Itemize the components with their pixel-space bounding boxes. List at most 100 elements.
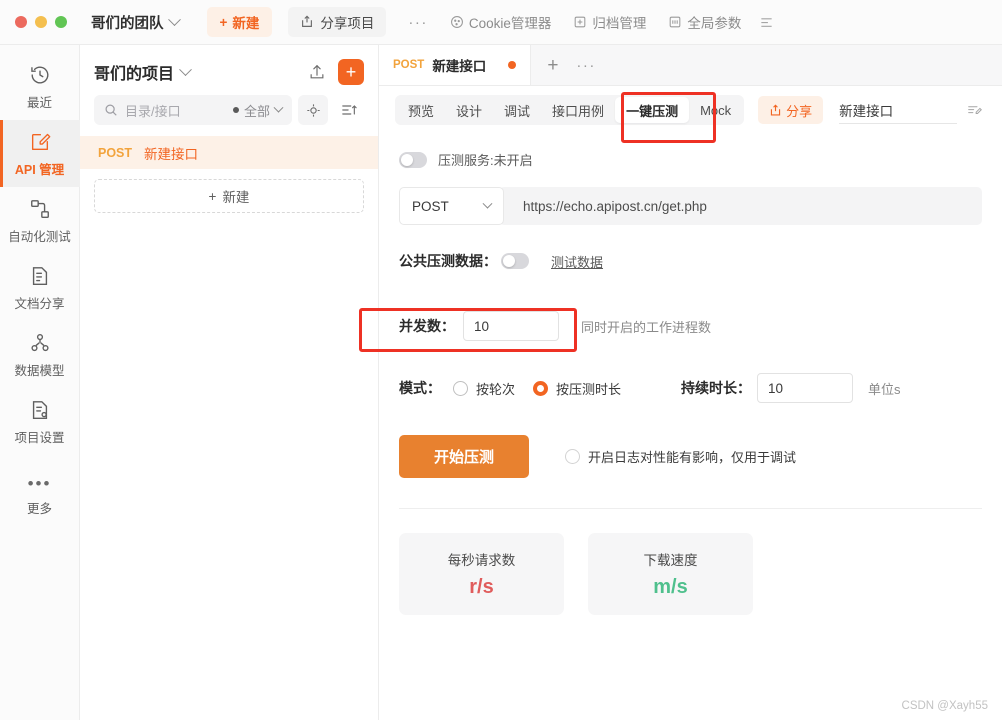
tab-design[interactable]: 设计 xyxy=(445,97,493,123)
sidebar-item-api-management[interactable]: API 管理 xyxy=(0,120,80,187)
stress-service-label: 压测服务:未开启 xyxy=(438,153,533,168)
window-traffic-lights[interactable] xyxy=(15,16,67,28)
share-button[interactable]: 分享 xyxy=(758,96,824,124)
tab-more-icon[interactable]: ··· xyxy=(568,57,604,74)
api-method-badge: POST xyxy=(98,145,133,160)
new-button[interactable]: + 新建 xyxy=(206,7,273,37)
tab-debug[interactable]: 调试 xyxy=(493,97,541,123)
sidebar-item-label: 文档分享 xyxy=(14,297,65,311)
start-row: 开始压测 开启日志对性能有影响，仅用于调试 xyxy=(399,435,982,478)
start-stress-test-button[interactable]: 开始压测 xyxy=(399,435,529,478)
filter-dot-icon xyxy=(232,107,239,113)
concurrency-input[interactable]: 10 xyxy=(463,311,559,341)
title-bar: 哥们的团队 + 新建 分享项目 ··· Cookie管理器 归档管理 全局参数 xyxy=(0,0,1002,45)
test-data-link[interactable]: 测试数据 xyxy=(551,252,603,271)
plus-icon: + xyxy=(219,14,228,30)
sidebar-item-automation-test[interactable]: 自动化测试 xyxy=(0,187,80,254)
share-box-icon xyxy=(769,103,782,117)
public-stress-data-toggle[interactable] xyxy=(501,253,529,269)
tab-api-cases[interactable]: 接口用例 xyxy=(541,97,615,123)
global-params-button[interactable]: 全局参数 xyxy=(668,12,741,32)
global-params-icon xyxy=(668,15,682,29)
tab-preview[interactable]: 预览 xyxy=(397,97,445,123)
api-sub-tab-bar: 预览 设计 调试 接口用例 一键压测 Mock 分享 新建接口 xyxy=(379,86,1002,134)
api-name-input[interactable]: 新建接口 xyxy=(839,96,958,124)
card-value: m/s xyxy=(653,576,688,598)
project-title: 哥们的项目 xyxy=(94,66,175,83)
layout-toggle-button[interactable] xyxy=(759,15,773,29)
sidebar-item-recent[interactable]: 最近 xyxy=(0,53,80,120)
share-box-icon xyxy=(300,15,314,29)
plus-icon: + xyxy=(345,62,357,82)
card-requests-per-second: 每秒请求数 r/s xyxy=(399,533,564,615)
maximize-window-icon[interactable] xyxy=(55,16,67,28)
close-window-icon[interactable] xyxy=(15,16,27,28)
tab-stress-test[interactable]: 一键压测 xyxy=(615,97,690,123)
concurrency-hint: 同时开启的工作进程数 xyxy=(581,319,712,335)
chevron-down-icon xyxy=(167,12,181,26)
duration-input[interactable]: 10 xyxy=(757,373,854,403)
locate-button[interactable] xyxy=(298,95,328,125)
tab-mock[interactable]: Mock xyxy=(689,97,742,123)
add-tab-icon[interactable]: + xyxy=(537,56,568,75)
automation-icon xyxy=(29,198,51,220)
minimize-window-icon[interactable] xyxy=(35,16,47,28)
team-selector[interactable]: 哥们的团队 xyxy=(91,12,181,33)
concurrency-label: 并发数： xyxy=(399,318,455,334)
main-content: POST 新建接口 + ··· 预览 设计 调试 接口用例 一键压测 Mock xyxy=(379,45,1002,720)
cookie-manager-button[interactable]: Cookie管理器 xyxy=(450,12,551,32)
left-nav-rail: 最近 API 管理 自动化测试 文档分享 数据模型 项目设置 ••• 更多 xyxy=(0,45,80,720)
mode-option-duration[interactable]: 按压测时长 xyxy=(533,379,621,398)
start-button-label: 开始压测 xyxy=(433,449,494,466)
mode-row: 模式： 按轮次 按压测时长 持续时长： 10 单位s xyxy=(399,373,982,403)
sidebar-item-label: API 管理 xyxy=(14,163,65,177)
new-button-label: 新建 xyxy=(232,16,260,31)
edit-description-icon[interactable] xyxy=(967,103,983,118)
http-method-select[interactable]: POST xyxy=(399,187,504,225)
tab-title: 新建接口 xyxy=(432,59,487,74)
card-download-speed: 下载速度 m/s xyxy=(588,533,753,615)
stress-service-row: 压测服务:未开启 xyxy=(399,150,982,169)
stress-service-toggle[interactable] xyxy=(399,151,427,168)
sidebar-item-data-model[interactable]: 数据模型 xyxy=(0,321,80,388)
public-stress-data-label: 公共压测数据： xyxy=(399,253,497,269)
duration-label: 持续时长： xyxy=(681,380,752,396)
search-input[interactable]: 目录/接口 全部 xyxy=(94,95,292,125)
add-api-button[interactable]: + xyxy=(338,59,364,85)
sidebar-item-project-settings[interactable]: 项目设置 xyxy=(0,388,80,455)
archive-manager-button[interactable]: 归档管理 xyxy=(573,12,646,32)
request-url-value: https://echo.apipost.cn/get.php xyxy=(523,198,707,214)
enable-log-label: 开启日志对性能有影响，仅用于调试 xyxy=(588,450,797,465)
mode-label: 模式： xyxy=(399,380,441,396)
archive-manager-label: 归档管理 xyxy=(592,16,647,31)
mode-option-rounds[interactable]: 按轮次 xyxy=(453,379,515,398)
search-placeholder: 目录/接口 xyxy=(125,103,181,119)
http-method-value: POST xyxy=(412,198,449,214)
create-new-button[interactable]: + 新建 xyxy=(94,179,364,213)
request-url-input[interactable]: https://echo.apipost.cn/get.php xyxy=(499,187,982,225)
share-button-label: 分享 xyxy=(786,103,813,119)
import-export-button[interactable] xyxy=(304,59,330,85)
history-icon xyxy=(29,64,51,86)
list-item[interactable]: POST 新建接口 xyxy=(80,136,378,169)
sidebar-item-document-share[interactable]: 文档分享 xyxy=(0,254,80,321)
create-new-label: 新建 xyxy=(222,190,250,205)
radio-icon xyxy=(453,380,468,396)
scope-filter-dropdown[interactable]: 全部 xyxy=(232,101,284,120)
enable-log-radio[interactable] xyxy=(565,449,580,464)
chevron-down-icon xyxy=(179,62,192,76)
apipost-window: 哥们的团队 + 新建 分享项目 ··· Cookie管理器 归档管理 全局参数 … xyxy=(0,0,1002,720)
titlebar-more-icon[interactable]: ··· xyxy=(408,14,428,31)
sidebar-item-more[interactable]: ••• 更多 xyxy=(0,465,80,526)
cookie-icon xyxy=(450,15,464,29)
sort-button[interactable] xyxy=(334,95,364,125)
tab-bar-actions: + ··· xyxy=(531,45,1002,85)
result-cards: 每秒请求数 r/s 下载速度 m/s xyxy=(399,533,982,615)
project-selector[interactable]: 哥们的项目 xyxy=(94,60,192,84)
document-tab-new-api[interactable]: POST 新建接口 xyxy=(379,45,532,85)
section-divider xyxy=(399,508,982,509)
card-title: 下载速度 xyxy=(643,553,698,568)
share-project-button[interactable]: 分享项目 xyxy=(288,7,387,37)
project-panel: 哥们的项目 + 目录/接口 全部 POST 新建接口 + 新建 xyxy=(80,45,379,720)
chevron-down-icon xyxy=(273,102,284,113)
